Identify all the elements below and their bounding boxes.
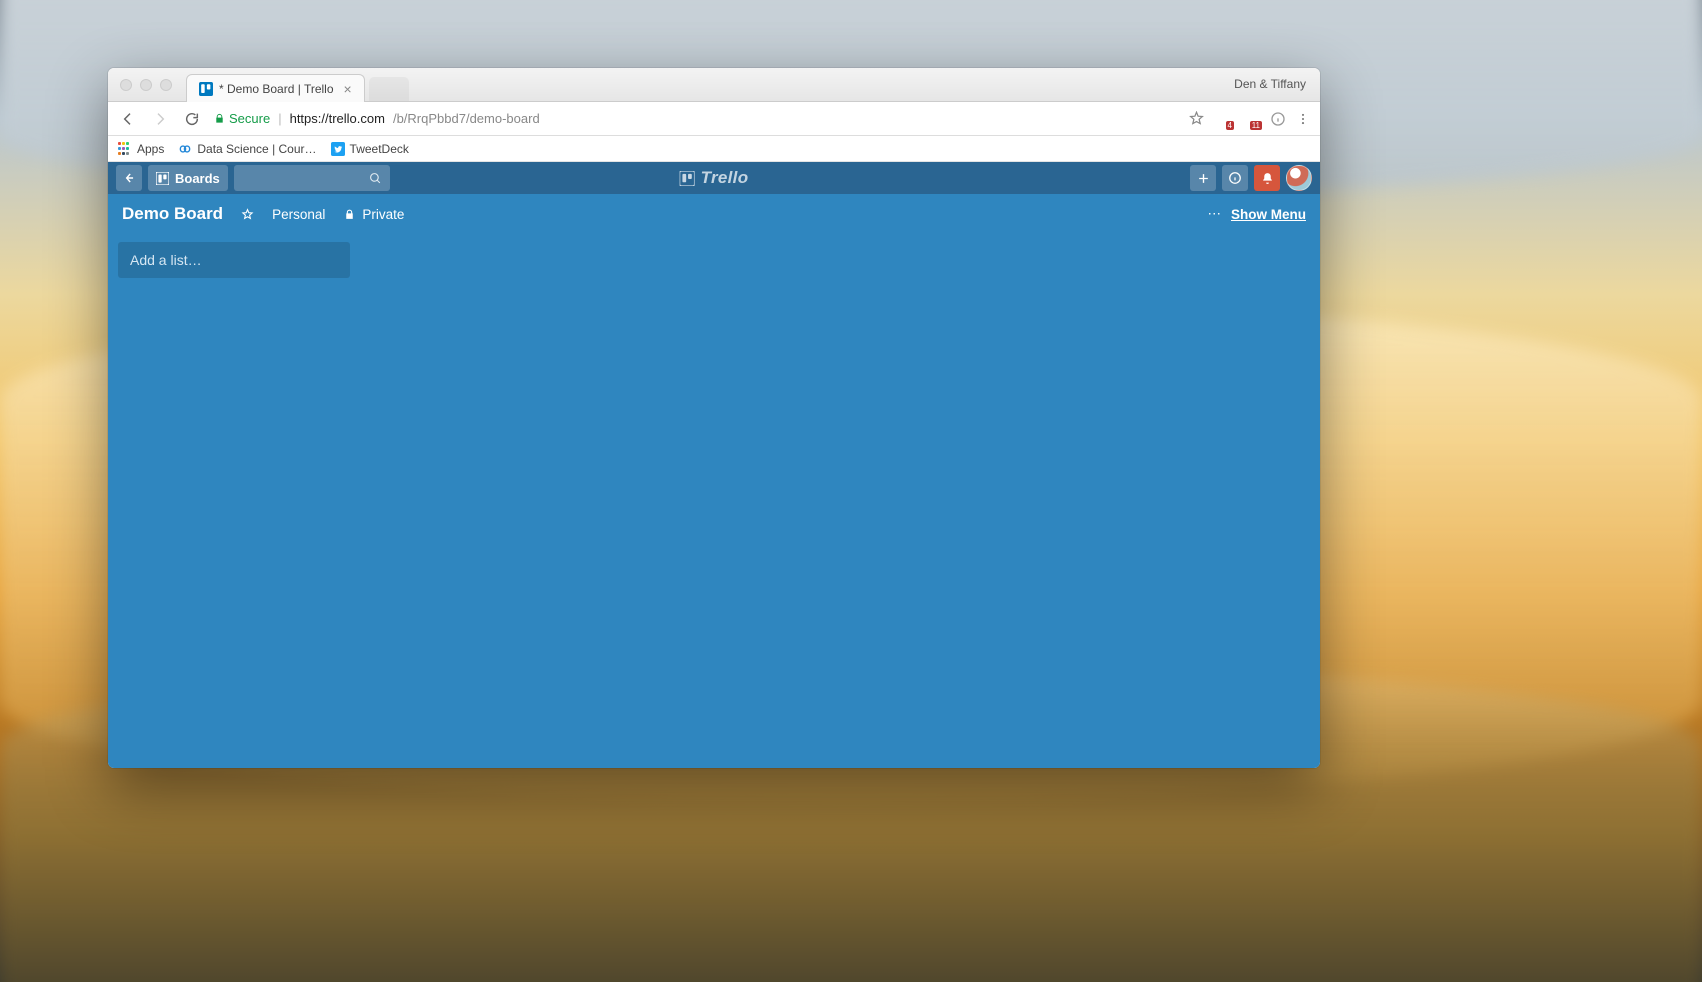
- window-controls[interactable]: [120, 79, 172, 91]
- ellipsis-icon: ⋯: [1208, 206, 1224, 222]
- chrome-menu-icon[interactable]: [1296, 112, 1310, 126]
- show-menu-label: Show Menu: [1231, 207, 1306, 222]
- trello-logo-icon: [680, 171, 695, 186]
- search-icon: [369, 172, 382, 185]
- bell-icon: [1261, 172, 1274, 185]
- bookmark-label: Apps: [137, 142, 164, 156]
- secure-badge[interactable]: Secure: [214, 111, 270, 126]
- add-list-button[interactable]: Add a list…: [118, 242, 350, 278]
- page-info-icon[interactable]: [1270, 111, 1286, 127]
- browser-window: * Demo Board | Trello × Den & Tiffany Se…: [108, 68, 1320, 768]
- trello-favicon-icon: [199, 82, 213, 96]
- show-menu-button[interactable]: ⋯ Show Menu: [1208, 206, 1307, 222]
- trello-header: Boards Trello: [108, 162, 1320, 194]
- browser-toolbar: Secure | https://trello.com/b/RrqPbbd7/d…: [108, 102, 1320, 136]
- board-canvas[interactable]: Add a list…: [108, 234, 1320, 768]
- arrow-left-icon: [122, 171, 136, 185]
- bookmark-label: TweetDeck: [350, 142, 409, 156]
- plus-icon: [1197, 172, 1210, 185]
- url-path: /b/RrqPbbd7/demo-board: [393, 111, 540, 126]
- boards-button-label: Boards: [175, 171, 220, 186]
- visibility-label: Private: [362, 207, 404, 222]
- separator: |: [278, 111, 281, 126]
- boards-icon: [156, 172, 169, 185]
- tab-close-icon[interactable]: ×: [344, 81, 352, 97]
- header-search[interactable]: [234, 165, 390, 191]
- notifications-button[interactable]: [1254, 165, 1280, 191]
- trello-logo[interactable]: Trello: [680, 168, 749, 188]
- forward-button: [150, 109, 170, 129]
- info-icon: [1228, 171, 1242, 185]
- board-name[interactable]: Demo Board: [122, 204, 223, 224]
- secure-label: Secure: [229, 111, 270, 126]
- toolbar-right: 4 11: [1189, 110, 1310, 128]
- bookmark-star-icon[interactable]: [1189, 111, 1204, 126]
- new-tab-button[interactable]: [369, 77, 409, 101]
- bookmark-label: Data Science | Cour…: [197, 142, 316, 156]
- board-header: Demo Board Personal Private ⋯ Show Menu: [108, 194, 1320, 234]
- lock-icon: [214, 113, 225, 124]
- extension-pocket-icon[interactable]: 11: [1242, 110, 1260, 128]
- team-label: Personal: [272, 207, 325, 222]
- bookmark-tweetdeck[interactable]: TweetDeck: [331, 142, 409, 156]
- bookmark-apps[interactable]: Apps: [118, 142, 164, 156]
- reload-button[interactable]: [182, 109, 202, 129]
- window-zoom-dot[interactable]: [160, 79, 172, 91]
- extension-translate-icon[interactable]: 4: [1214, 110, 1232, 128]
- add-list-label: Add a list…: [130, 252, 202, 268]
- team-chip[interactable]: Personal: [272, 207, 325, 222]
- bookmark-data-science[interactable]: Data Science | Cour…: [178, 142, 316, 156]
- bookmarks-bar: Apps Data Science | Cour… TweetDeck: [108, 136, 1320, 162]
- trello-logo-text: Trello: [701, 168, 749, 188]
- apps-grid-icon: [118, 142, 132, 156]
- browser-tab-title: * Demo Board | Trello: [219, 82, 334, 96]
- trello-app: Boards Trello: [108, 162, 1320, 768]
- window-close-dot[interactable]: [120, 79, 132, 91]
- twitter-icon: [331, 142, 345, 156]
- visibility-chip[interactable]: Private: [343, 207, 404, 222]
- browser-titlebar: * Demo Board | Trello × Den & Tiffany: [108, 68, 1320, 102]
- browser-tab[interactable]: * Demo Board | Trello ×: [186, 74, 365, 102]
- address-bar[interactable]: Secure | https://trello.com/b/RrqPbbd7/d…: [214, 107, 1177, 131]
- user-avatar[interactable]: [1286, 165, 1312, 191]
- infinity-icon: [178, 142, 192, 156]
- url-host: https://trello.com: [290, 111, 385, 126]
- chrome-profile-label[interactable]: Den & Tiffany: [1234, 77, 1306, 91]
- window-minimize-dot[interactable]: [140, 79, 152, 91]
- lock-icon: [343, 208, 356, 221]
- back-button[interactable]: [118, 109, 138, 129]
- create-button[interactable]: [1190, 165, 1216, 191]
- info-button[interactable]: [1222, 165, 1248, 191]
- boards-button[interactable]: Boards: [148, 165, 228, 191]
- header-back-button[interactable]: [116, 165, 142, 191]
- star-icon: [241, 208, 254, 221]
- desktop-wallpaper: * Demo Board | Trello × Den & Tiffany Se…: [0, 0, 1702, 982]
- star-board-button[interactable]: [241, 208, 254, 221]
